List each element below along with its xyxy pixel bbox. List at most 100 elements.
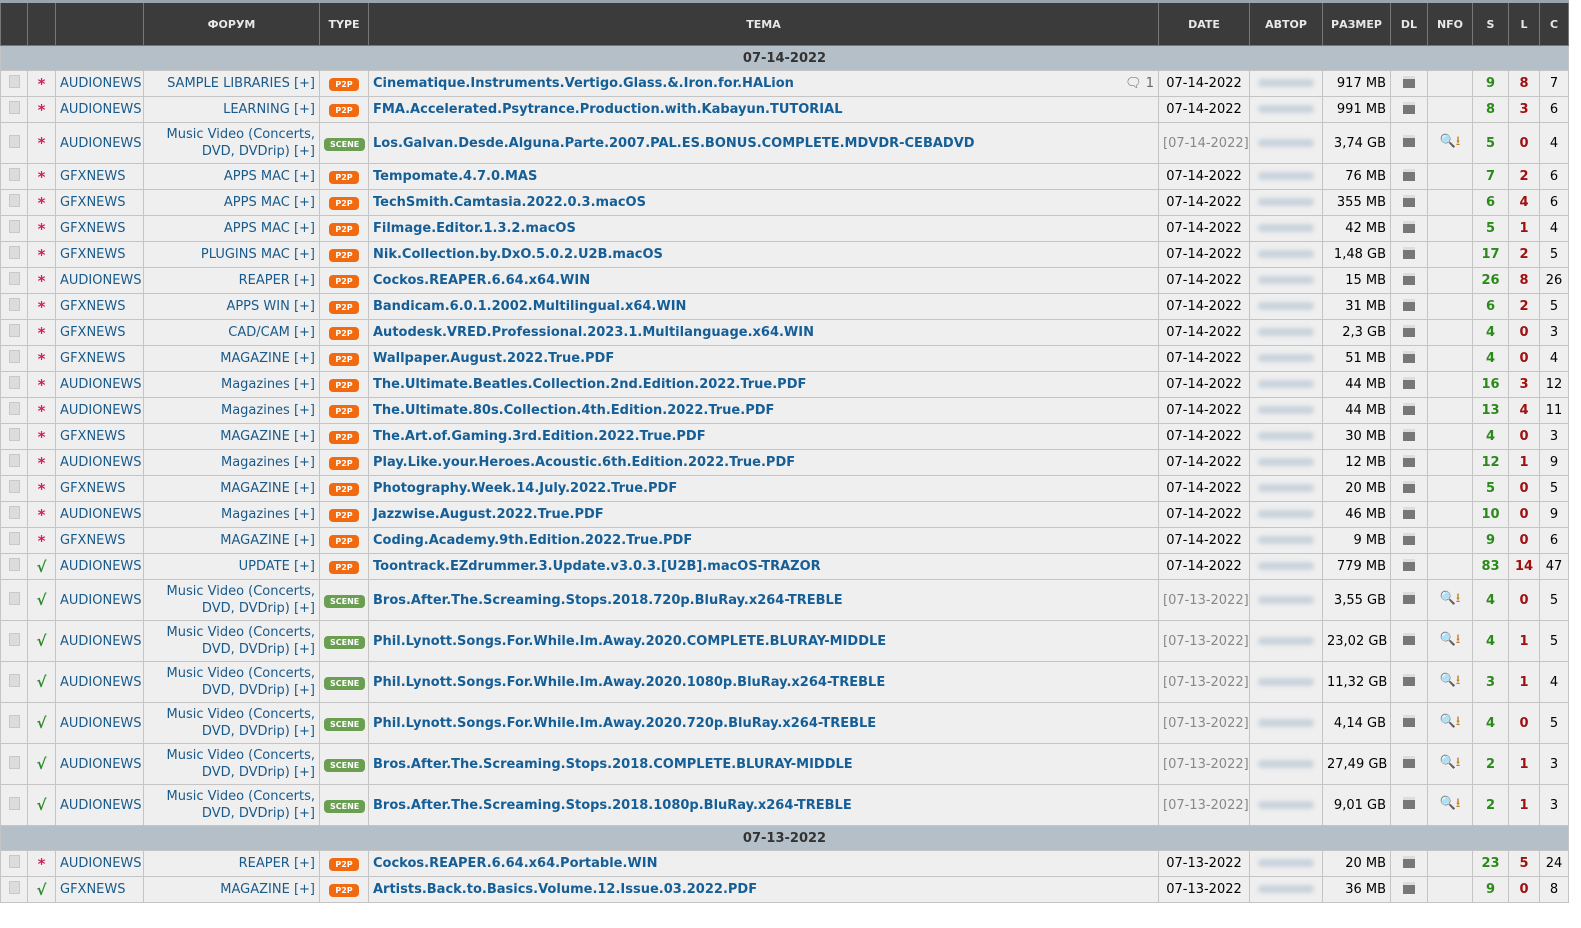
topic-link[interactable]: Filmage.Editor.1.3.2.macOS [373, 221, 576, 236]
topic-link[interactable]: Autodesk.VRED.Professional.2023.1.Multil… [373, 325, 814, 340]
section-link[interactable]: AUDIONEWS [60, 856, 142, 871]
download-icon[interactable] [1403, 246, 1415, 259]
col-date-header[interactable]: DATE [1158, 0, 1250, 46]
forum-link[interactable]: MAGAZINE [+] [220, 429, 315, 444]
download-icon[interactable] [1403, 881, 1415, 894]
download-icon[interactable] [1403, 756, 1415, 768]
topic-link[interactable]: Photography.Week.14.July.2022.True.PDF [373, 481, 677, 496]
download-icon[interactable] [1403, 135, 1415, 147]
topic-link[interactable]: The.Ultimate.Beatles.Collection.2nd.Edit… [373, 377, 806, 392]
forum-link[interactable]: REAPER [+] [239, 856, 315, 871]
topic-link[interactable]: Bros.After.The.Screaming.Stops.2018.COMP… [373, 757, 853, 772]
section-link[interactable]: GFXNEWS [60, 481, 126, 496]
section-link[interactable]: AUDIONEWS [60, 273, 142, 288]
topic-link[interactable]: Play.Like.your.Heroes.Acoustic.6th.Editi… [373, 455, 795, 470]
topic-link[interactable]: Bros.After.The.Screaming.Stops.2018.720p… [373, 593, 843, 608]
download-icon[interactable] [1403, 428, 1415, 441]
comments-count[interactable]: 🗨 1 [1125, 76, 1154, 91]
col-size-header[interactable]: РАЗМЕР [1322, 0, 1391, 46]
topic-link[interactable]: Artists.Back.to.Basics.Volume.12.Issue.0… [373, 882, 757, 897]
section-link[interactable]: GFXNEWS [60, 247, 126, 262]
section-link[interactable]: AUDIONEWS [60, 675, 142, 690]
forum-link[interactable]: Music Video (Concerts, DVD, DVDrip) [+] [166, 127, 315, 159]
forum-link[interactable]: REAPER [+] [239, 273, 315, 288]
download-icon[interactable] [1403, 376, 1415, 389]
topic-link[interactable]: FMA.Accelerated.Psytrance.Production.wit… [373, 102, 843, 117]
section-link[interactable]: AUDIONEWS [60, 455, 142, 470]
download-icon[interactable] [1403, 674, 1415, 686]
download-icon[interactable] [1403, 350, 1415, 363]
topic-link[interactable]: TechSmith.Camtasia.2022.0.3.macOS [373, 195, 646, 210]
download-icon[interactable] [1403, 855, 1415, 868]
download-icon[interactable] [1403, 402, 1415, 415]
forum-link[interactable]: Music Video (Concerts, DVD, DVDrip) [+] [166, 666, 315, 698]
topic-link[interactable]: Jazzwise.August.2022.True.PDF [373, 507, 604, 522]
section-link[interactable]: AUDIONEWS [60, 716, 142, 731]
nfo-magnifier-icon[interactable]: 🔍⭳ [1440, 591, 1461, 606]
nfo-magnifier-icon[interactable]: 🔍⭳ [1440, 755, 1461, 770]
col-type-header[interactable]: TYPE [319, 0, 369, 46]
forum-link[interactable]: APPS MAC [+] [224, 169, 315, 184]
section-link[interactable]: GFXNEWS [60, 882, 126, 897]
forum-link[interactable]: Magazines [+] [221, 403, 315, 418]
download-icon[interactable] [1403, 480, 1415, 493]
col-completed-header[interactable]: C [1539, 0, 1569, 46]
forum-link[interactable]: Music Video (Concerts, DVD, DVDrip) [+] [166, 707, 315, 739]
forum-link[interactable]: APPS WIN [+] [226, 299, 315, 314]
section-link[interactable]: AUDIONEWS [60, 634, 142, 649]
col-seeders-header[interactable]: S [1472, 0, 1509, 46]
topic-link[interactable]: Los.Galvan.Desde.Alguna.Parte.2007.PAL.E… [373, 136, 975, 151]
topic-link[interactable]: Toontrack.EZdrummer.3.Update.v3.0.3.[U2B… [373, 559, 821, 574]
section-link[interactable]: AUDIONEWS [60, 757, 142, 772]
topic-link[interactable]: Cockos.REAPER.6.64.x64.Portable.WIN [373, 856, 658, 871]
download-icon[interactable] [1403, 633, 1415, 645]
download-icon[interactable] [1403, 797, 1415, 809]
section-link[interactable]: AUDIONEWS [60, 593, 142, 608]
topic-link[interactable]: Wallpaper.August.2022.True.PDF [373, 351, 614, 366]
download-icon[interactable] [1403, 558, 1415, 571]
col-topic-header[interactable]: ТЕМА [368, 0, 1159, 46]
topic-link[interactable]: Tempomate.4.7.0.MAS [373, 169, 537, 184]
forum-link[interactable]: CAD/CAM [+] [228, 325, 315, 340]
download-icon[interactable] [1403, 298, 1415, 311]
forum-link[interactable]: Music Video (Concerts, DVD, DVDrip) [+] [166, 584, 315, 616]
section-link[interactable]: AUDIONEWS [60, 559, 142, 574]
topic-link[interactable]: Nik.Collection.by.DxO.5.0.2.U2B.macOS [373, 247, 663, 262]
forum-link[interactable]: Music Video (Concerts, DVD, DVDrip) [+] [166, 748, 315, 780]
section-link[interactable]: AUDIONEWS [60, 798, 142, 813]
download-icon[interactable] [1403, 194, 1415, 207]
forum-link[interactable]: SAMPLE LIBRARIES [+] [167, 76, 315, 91]
col-dl-header[interactable]: DL [1390, 0, 1428, 46]
download-icon[interactable] [1403, 168, 1415, 181]
download-icon[interactable] [1403, 324, 1415, 337]
forum-link[interactable]: MAGAZINE [+] [220, 533, 315, 548]
topic-link[interactable]: The.Art.of.Gaming.3rd.Edition.2022.True.… [373, 429, 706, 444]
nfo-magnifier-icon[interactable]: 🔍⭳ [1440, 134, 1461, 149]
nfo-magnifier-icon[interactable]: 🔍⭳ [1440, 673, 1461, 688]
download-icon[interactable] [1403, 272, 1415, 285]
download-icon[interactable] [1403, 715, 1415, 727]
forum-link[interactable]: PLUGINS MAC [+] [201, 247, 315, 262]
topic-link[interactable]: Cockos.REAPER.6.64.x64.WIN [373, 273, 590, 288]
topic-link[interactable]: Cinematique.Instruments.Vertigo.Glass.&.… [373, 76, 794, 91]
section-link[interactable]: AUDIONEWS [60, 377, 142, 392]
forum-link[interactable]: Magazines [+] [221, 455, 315, 470]
forum-link[interactable]: APPS MAC [+] [224, 221, 315, 236]
section-link[interactable]: GFXNEWS [60, 299, 126, 314]
section-link[interactable]: AUDIONEWS [60, 102, 142, 117]
col-leechers-header[interactable]: L [1508, 0, 1540, 46]
section-link[interactable]: GFXNEWS [60, 429, 126, 444]
col-author-header[interactable]: АВТОР [1249, 0, 1323, 46]
download-icon[interactable] [1403, 75, 1415, 88]
forum-link[interactable]: UPDATE [+] [239, 559, 315, 574]
section-link[interactable]: GFXNEWS [60, 169, 126, 184]
forum-link[interactable]: Music Video (Concerts, DVD, DVDrip) [+] [166, 789, 315, 821]
section-link[interactable]: AUDIONEWS [60, 136, 142, 151]
section-link[interactable]: AUDIONEWS [60, 507, 142, 522]
forum-link[interactable]: Magazines [+] [221, 507, 315, 522]
forum-link[interactable]: APPS MAC [+] [224, 195, 315, 210]
topic-link[interactable]: Coding.Academy.9th.Edition.2022.True.PDF [373, 533, 692, 548]
forum-link[interactable]: Magazines [+] [221, 377, 315, 392]
forum-link[interactable]: LEARNING [+] [223, 102, 315, 117]
section-link[interactable]: GFXNEWS [60, 351, 126, 366]
